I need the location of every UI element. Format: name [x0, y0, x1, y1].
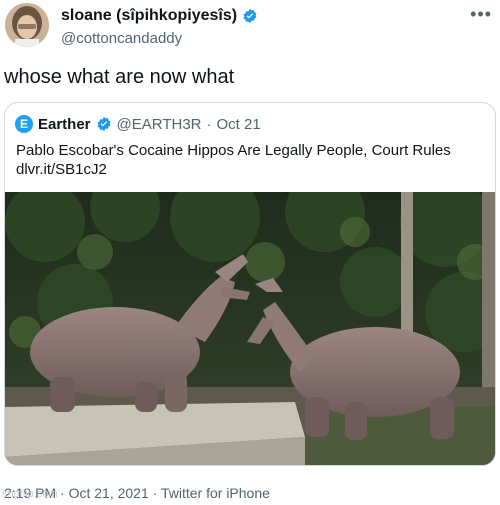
quoted-display-name[interactable]: Earther [38, 116, 91, 133]
meta-separator-1: · [60, 485, 65, 501]
avatar[interactable] [5, 3, 49, 47]
quoted-link[interactable]: dlvr.it/SB1cJ2 [16, 160, 451, 179]
quoted-date[interactable]: Oct 21 [217, 116, 261, 133]
quoted-headline: Pablo Escobar's Cocaine Hippos Are Legal… [16, 142, 451, 159]
verified-badge-icon [243, 9, 257, 23]
tweet-header: sloane (sîpihkopiyesîs) @cottoncandaddy … [0, 0, 500, 56]
hippos-photo[interactable] [5, 192, 496, 466]
imgflip-watermark: imgflip.com [2, 488, 58, 500]
author-display-name[interactable]: sloane (sîpihkopiyesîs) [61, 7, 237, 25]
verified-badge-icon [97, 117, 110, 131]
tweet-source[interactable]: Twitter for iPhone [161, 485, 270, 501]
quoted-separator: · [206, 115, 212, 133]
quoted-tweet-card[interactable]: E Earther @EARTH3R · Oct 21 Pablo Escoba… [4, 102, 496, 466]
avatar-photo [5, 3, 49, 47]
tweet-text: whose what are now what [4, 66, 235, 88]
quoted-tweet-header: E Earther @EARTH3R · Oct 21 [15, 115, 261, 133]
tweet-date[interactable]: Oct 21, 2021 [69, 485, 149, 501]
author-display-name-row[interactable]: sloane (sîpihkopiyesîs) [61, 6, 258, 26]
author-handle[interactable]: @cottoncandaddy [61, 30, 258, 47]
author-names: sloane (sîpihkopiyesîs) @cottoncandaddy [61, 6, 258, 47]
more-horizontal-icon[interactable]: ••• [470, 4, 492, 25]
quoted-tweet-text: Pablo Escobar's Cocaine Hippos Are Legal… [16, 141, 451, 179]
quoted-avatar[interactable]: E [15, 115, 33, 133]
quoted-handle[interactable]: @EARTH3R [117, 116, 202, 133]
meta-separator-2: · [152, 485, 158, 501]
